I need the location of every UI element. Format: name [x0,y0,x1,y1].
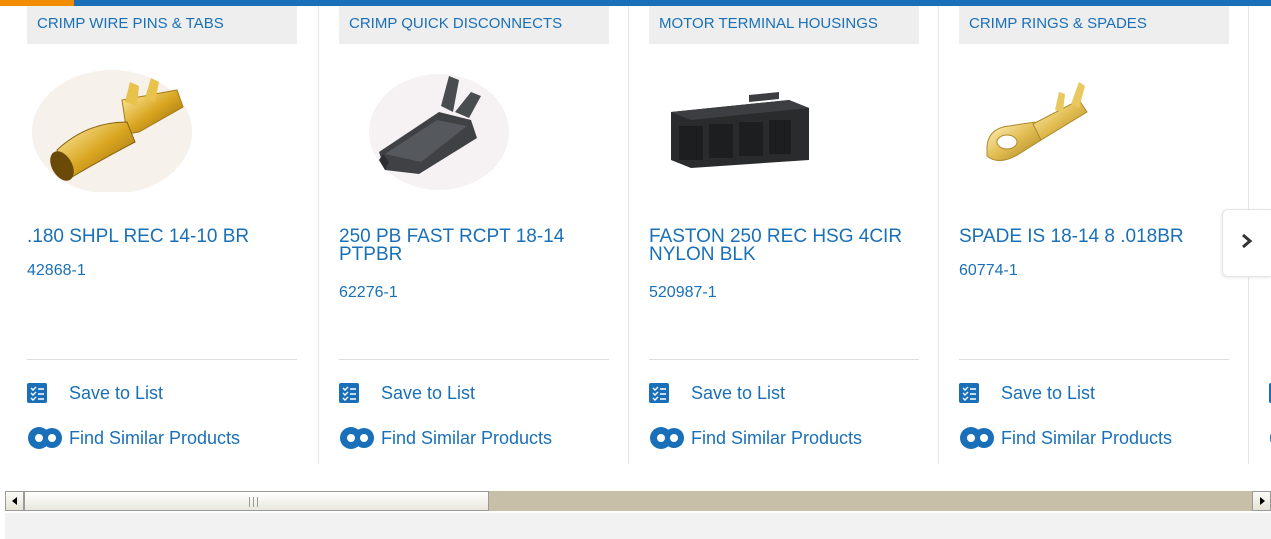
find-similar-label: Find Similar Products [69,427,241,448]
checklist-icon [339,383,359,403]
checklist-icon [649,383,669,403]
part-number[interactable]: 62276-1 [339,284,539,302]
find-similar-button[interactable]: Find Similar Products [339,426,552,450]
footer-strip [5,513,1271,539]
scroll-left-button[interactable] [5,491,24,511]
save-to-list-label: Save to List [381,382,476,403]
horizontal-scrollbar[interactable] [5,491,1271,511]
part-number[interactable]: 42868-1 [27,262,227,280]
find-similar-button[interactable]: Find Similar Products [959,426,1172,450]
scrollbar-thumb[interactable] [24,491,489,511]
card-divider [649,359,919,360]
scroll-left-arrow-icon [11,497,17,505]
gears-icon [27,425,65,451]
save-to-list-button[interactable]: Save to List [339,381,475,405]
find-similar-label: Find Similar Products [381,427,553,448]
card-divider [959,359,1229,360]
save-to-list-button[interactable]: Save to List [27,381,163,405]
product-carousel: CRIMP WIRE PINS & TABS .180 SHPL REC 14-… [0,6,1271,466]
ring-spade-image[interactable] [959,62,1139,192]
find-similar-label: Find Similar Products [691,427,863,448]
product-title[interactable]: 250 PB FAST RCPT 18-14 PTPBR [339,227,609,264]
part-number[interactable]: 60774-1 [959,262,1159,280]
product-card: MOTOR TERMINAL HOUSINGS FASTON 250 REC H… [628,6,938,464]
save-to-list-label: Save to List [69,382,164,403]
find-similar-button[interactable]: Find Similar Products [27,426,240,450]
scroll-right-button[interactable] [1252,491,1271,511]
category-tag[interactable]: CRIMP RINGS & SPADES [959,6,1229,44]
checklist-icon [27,383,47,403]
save-to-list-label: Save to List [1001,382,1096,403]
product-card: CRIMP RINGS & SPADES SPADE IS 18-14 8 .0… [938,6,1248,464]
category-tag[interactable]: MOTOR TERMINAL HOUSINGS [649,6,919,44]
gears-icon [339,425,377,451]
product-title[interactable]: SPADE IS 18-14 8 .018BR [959,227,1229,246]
scrollbar-grip [249,497,258,507]
scroll-right-arrow-icon [1259,497,1265,505]
product-card: CRIMP WIRE PINS & TABS .180 SHPL REC 14-… [0,6,310,464]
part-number[interactable]: 520987-1 [649,284,849,302]
product-card: CRIMP QUICK DISCONNECTS 250 PB FAST RCPT… [318,6,628,464]
gears-icon [959,425,997,451]
chevron-right-icon [1240,233,1254,254]
checklist-icon [959,383,979,403]
card-divider [339,359,609,360]
gears-icon [649,425,687,451]
card-divider [27,359,297,360]
crimp-pin-image[interactable] [27,62,207,194]
scrollbar-track[interactable] [489,491,1252,511]
find-similar-button[interactable]: Find Similar Products [649,426,862,450]
product-title[interactable]: FASTON 250 REC HSG 4CIR NYLON BLK [649,227,919,264]
carousel-next-button[interactable] [1222,209,1271,277]
quick-disconnect-image[interactable] [349,62,529,192]
category-tag[interactable]: CRIMP WIRE PINS & TABS [27,6,297,44]
terminal-housing-image[interactable] [659,62,839,192]
find-similar-label: Find Similar Products [1001,427,1173,448]
save-to-list-button[interactable]: Save to List [649,381,785,405]
save-to-list-label: Save to List [691,382,786,403]
category-tag[interactable]: CRIMP QUICK DISCONNECTS [339,6,609,44]
product-title[interactable]: .180 SHPL REC 14-10 BR [27,227,297,246]
save-to-list-button[interactable]: Save to List [959,381,1095,405]
